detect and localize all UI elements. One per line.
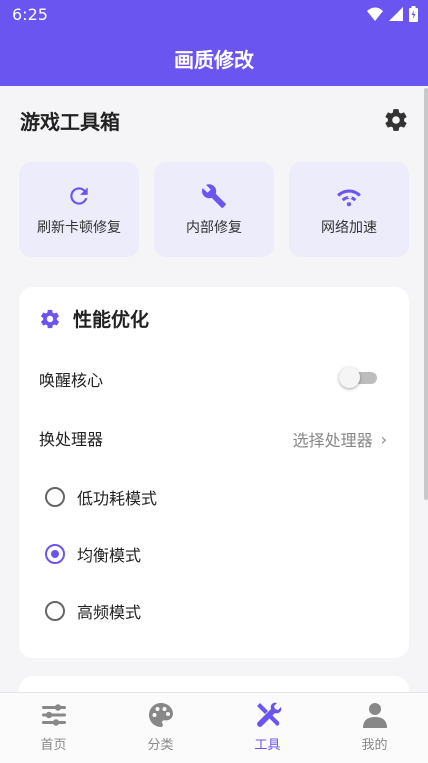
refresh-icon	[70, 186, 88, 205]
wifi-status-icon	[367, 7, 383, 21]
performance-title: 性能优化	[73, 309, 150, 331]
mode-label: 低功耗模式	[77, 489, 158, 508]
radio-button[interactable]	[45, 601, 65, 621]
refresh-fix-label: 刷新卡顿修复	[37, 219, 121, 236]
toggle-knob	[339, 367, 360, 388]
tools-header: 游戏工具箱	[20, 104, 410, 136]
processor-select[interactable]: 选择处理器 ›	[293, 427, 387, 451]
gear-icon	[41, 309, 59, 328]
network-boost-label: 网络加速	[321, 219, 377, 236]
performance-header: 性能优化	[39, 305, 149, 332]
palette-icon	[148, 703, 173, 727]
internal-fix-label: 内部修复	[186, 219, 242, 236]
tools-icon	[256, 702, 281, 727]
nav-item-category[interactable]: 分类	[107, 693, 214, 763]
mode-option-high-frequency[interactable]: 高频模式	[45, 599, 141, 623]
processor-label: 换处理器	[39, 430, 104, 449]
network-boost-card[interactable]: 网络加速	[289, 162, 409, 257]
page-title: 画质修改	[174, 47, 254, 72]
app-bar: 画质修改	[0, 30, 428, 86]
quick-actions: 刷新卡顿修复 内部修复 网络加速	[19, 162, 409, 257]
bottom-nav: 首页 分类 工具 我的	[0, 692, 428, 763]
mode-option-balanced[interactable]: 均衡模式	[45, 542, 141, 566]
mode-label: 高频模式	[77, 603, 142, 622]
nav-label: 工具	[254, 738, 281, 753]
person-icon	[362, 703, 387, 728]
performance-card: 性能优化 唤醒核心 换处理器 选择处理器 › 低功耗模式 均衡模式 高频模式	[19, 287, 409, 658]
nav-item-tools[interactable]: 工具	[214, 693, 321, 763]
battery-icon	[409, 6, 418, 22]
nav-item-home[interactable]: 首页	[0, 693, 107, 763]
nav-label: 我的	[361, 738, 388, 753]
nav-label: 分类	[147, 738, 174, 753]
tools-title: 游戏工具箱	[20, 109, 120, 134]
status-icons	[367, 6, 418, 22]
wrench-icon	[202, 183, 226, 208]
wake-core-toggle[interactable]	[339, 367, 379, 388]
processor-value: 选择处理器	[292, 431, 373, 450]
signal-icon	[389, 7, 403, 21]
wake-core-label: 唤醒核心	[39, 371, 104, 390]
status-time: 6:25	[12, 5, 48, 24]
chevron-right-icon: ›	[380, 429, 387, 449]
nav-label: 首页	[40, 738, 67, 753]
wifi-icon	[337, 189, 361, 206]
mode-label: 均衡模式	[77, 546, 142, 565]
gear-icon	[385, 109, 407, 131]
sliders-icon	[41, 704, 66, 726]
scrollbar[interactable]	[424, 88, 428, 500]
internal-fix-card[interactable]: 内部修复	[154, 162, 274, 257]
mode-option-low-power[interactable]: 低功耗模式	[45, 485, 157, 509]
radio-button-selected[interactable]	[45, 544, 65, 564]
status-bar: 6:25	[0, 0, 428, 30]
refresh-fix-card[interactable]: 刷新卡顿修复	[19, 162, 139, 257]
nav-item-mine[interactable]: 我的	[321, 693, 428, 763]
settings-button[interactable]	[382, 106, 410, 134]
radio-button[interactable]	[45, 487, 65, 507]
